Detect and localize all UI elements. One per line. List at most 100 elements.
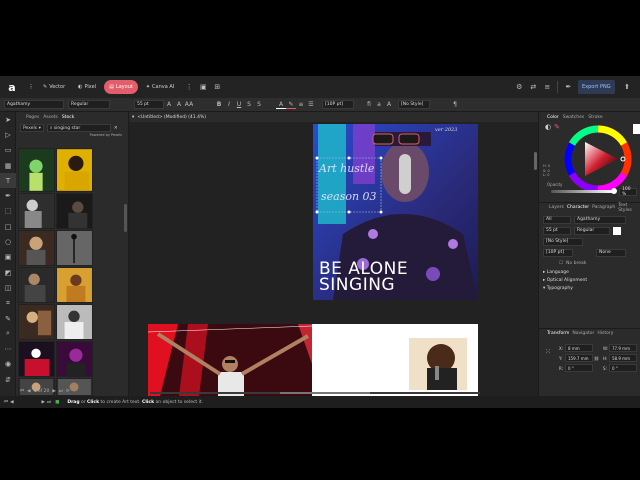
current-color-swatch[interactable] [633, 124, 640, 134]
char-text-style-select[interactable]: [No Style] [543, 237, 583, 246]
scrollbar-thumb[interactable] [280, 392, 370, 394]
color-wheel[interactable] [563, 124, 633, 194]
canvas[interactable]: Art hustle season 03 ver 2023 BE ALONE S… [129, 122, 538, 396]
frame-text-tool-icon[interactable]: ▭ [0, 143, 16, 158]
tab-menu-icon[interactable]: ▾ [132, 115, 134, 120]
poster-page[interactable]: Art hustle season 03 ver 2023 BE ALONE S… [313, 124, 478, 300]
table-tool-icon[interactable]: ▦ [0, 158, 16, 173]
corner-signature[interactable]: ver 2023 [435, 127, 458, 133]
more-dots-icon[interactable]: ⁝ [24, 80, 38, 94]
shear-field[interactable]: 0 ° [609, 364, 637, 372]
tab-stock[interactable]: Stock [62, 115, 74, 120]
assistant-icon[interactable]: ⚙ [512, 80, 526, 94]
stock-thumbnail[interactable] [18, 341, 55, 377]
stock-thumbnail[interactable] [18, 267, 55, 303]
next-page-icon[interactable]: ▶ [52, 389, 55, 394]
no-break-checkbox[interactable]: ☐ No break [539, 258, 640, 269]
crop-tool-icon[interactable]: ⌗ [0, 296, 16, 311]
ligature-icon[interactable]: fi [364, 101, 374, 108]
pen-tool-icon[interactable]: ✒ [561, 80, 575, 94]
document-tab[interactable]: ▾ <Untitled> (Modified) (41.4%) [129, 112, 538, 122]
tab-assets[interactable]: Assets [43, 115, 58, 120]
alt-char-icon[interactable]: a [374, 101, 384, 108]
tab-pages[interactable]: Pages [26, 115, 39, 120]
paragraph-align-icon[interactable]: ≡ [296, 101, 306, 108]
list-icon[interactable]: ☰ [306, 101, 316, 108]
stock-search-input[interactable]: ⌕ singing star [46, 124, 111, 132]
tab-navigator[interactable]: Navigator [572, 331, 594, 336]
stock-thumbnail[interactable] [56, 193, 93, 229]
stock-source-select[interactable]: Pexels ▾ [20, 124, 44, 132]
y-field[interactable]: 159.7 mm [565, 354, 593, 362]
persona-pixel-button[interactable]: ◐ Pixel [73, 80, 101, 94]
rotation-field[interactable]: 0 ° [565, 364, 593, 372]
char-case-select[interactable]: None [596, 248, 626, 257]
concert-photo[interactable] [148, 324, 312, 396]
decrease-font-size-icon[interactable]: A [174, 101, 184, 108]
stock-thumbnail[interactable] [56, 267, 93, 303]
tab-history[interactable]: History [597, 331, 613, 336]
tab-swatches[interactable]: Swatches [563, 115, 585, 120]
status-next-icon[interactable]: ▶ [42, 400, 45, 405]
section-language[interactable]: ▸ Language [543, 269, 640, 277]
link-icon[interactable]: ⛓ [594, 356, 602, 361]
tracking-field[interactable]: [10P pt] [322, 100, 354, 109]
pen-tool-icon[interactable]: ✒ [0, 188, 16, 203]
stock-scrollbar[interactable] [124, 204, 127, 232]
swap-colors-icon[interactable]: ⇵ [0, 372, 16, 387]
char-font-select[interactable]: Agathamy [574, 215, 626, 224]
more-tools-icon[interactable]: ⋯ [0, 341, 16, 356]
strikethrough-icon[interactable]: S [244, 101, 254, 108]
bold-button[interactable]: B [214, 101, 224, 108]
arrange-icon[interactable]: ⇄ [526, 80, 540, 94]
text-style-select[interactable]: [No Style] [398, 100, 430, 109]
refresh-icon[interactable]: ⟳ [66, 389, 70, 394]
transparency-tool-icon[interactable]: ◫ [0, 280, 16, 295]
stock-thumbnail[interactable] [56, 304, 93, 340]
tab-stroke[interactable]: Stroke [588, 115, 602, 120]
singer-photo[interactable] [409, 338, 467, 390]
char-color-swatch[interactable] [613, 226, 621, 235]
char-scope-select[interactable]: All [543, 215, 571, 224]
underline-button[interactable]: U [234, 101, 244, 108]
section-optical-alignment[interactable]: ▸ Optical Alignment [543, 277, 640, 285]
tab-text-styles[interactable]: Text Styles [618, 203, 640, 213]
align-icon[interactable]: ≡ [540, 80, 554, 94]
picture-frame-tool-icon[interactable]: ⬚ [0, 204, 16, 219]
italic-button[interactable]: I [224, 101, 234, 108]
node-tool-icon[interactable]: ▷ [0, 127, 16, 142]
export-png-button[interactable]: Export PNG [578, 80, 615, 94]
second-page[interactable] [148, 324, 478, 396]
rectangle-tool-icon[interactable]: □ [0, 219, 16, 234]
anchor-grid-icon[interactable]: ⁙ [545, 348, 551, 356]
zoom-tool-icon[interactable]: ⌕ [0, 326, 16, 341]
section-typography[interactable]: ▾ Typography [543, 285, 640, 293]
color-wheel-icon[interactable]: ◉ [0, 357, 16, 372]
fill-swatch-icon[interactable]: ◐ [545, 123, 551, 131]
status-prev-icon[interactable]: ◀ [10, 400, 13, 405]
artistic-text-tool-icon[interactable]: T [0, 173, 16, 189]
last-page-icon[interactable]: ⏭ [59, 388, 63, 394]
highlight-icon[interactable]: ✎ [286, 101, 296, 109]
canvas-horizontal-scrollbar[interactable] [150, 392, 480, 394]
tab-character[interactable]: Character [567, 205, 589, 210]
image-tool-icon[interactable]: ▣ [0, 250, 16, 265]
move-tool-icon[interactable]: ➤ [0, 112, 16, 127]
tab-color[interactable]: Color [547, 115, 559, 120]
tab-transform[interactable]: Transform [547, 331, 569, 336]
status-page-icon[interactable]: ⏮ [4, 399, 8, 405]
color-picker-tool-icon[interactable]: ✎ [0, 311, 16, 326]
stock-thumbnail[interactable] [18, 148, 55, 192]
handwritten-title[interactable]: Art hustle [319, 162, 374, 175]
char-size-field[interactable]: 55 pt [543, 226, 571, 235]
prev-page-icon[interactable]: ◀ [27, 389, 30, 394]
opacity-slider-handle[interactable] [611, 188, 617, 194]
canvas-vertical-scrollbar[interactable] [534, 152, 537, 170]
font-family-select[interactable]: Agathamy [4, 100, 64, 109]
h-field[interactable]: 58.9 mm [609, 354, 637, 362]
stroke-swatch-icon[interactable]: ✎ [554, 123, 560, 131]
snapping-icon[interactable]: ⊞ [210, 80, 224, 94]
text-color-icon[interactable]: A [276, 101, 286, 109]
increase-font-size-icon[interactable]: A [164, 101, 174, 108]
tab-layers[interactable]: Layers [549, 205, 564, 210]
